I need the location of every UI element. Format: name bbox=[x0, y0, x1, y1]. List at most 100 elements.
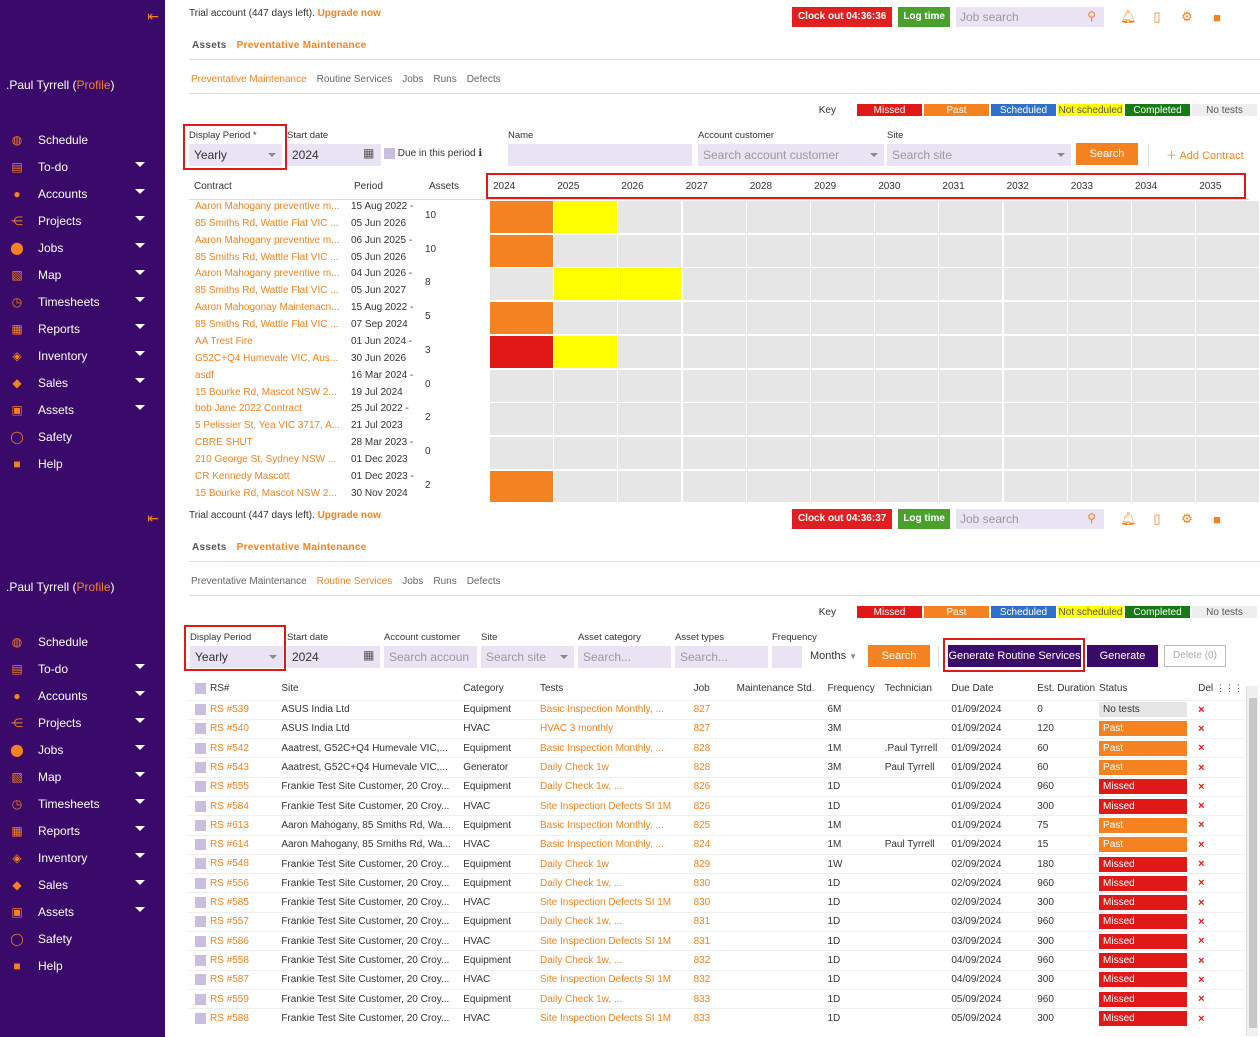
schedule-cell[interactable] bbox=[939, 436, 1004, 470]
schedule-cell[interactable] bbox=[554, 470, 619, 502]
cell-job[interactable]: 828 bbox=[691, 757, 735, 778]
schedule-cell[interactable] bbox=[1067, 436, 1132, 470]
column-tests[interactable]: Tests bbox=[538, 678, 692, 700]
schedule-cell[interactable] bbox=[939, 302, 1004, 336]
schedule-cell[interactable] bbox=[939, 268, 1004, 302]
delete-row-icon[interactable]: × bbox=[1198, 723, 1204, 735]
display-period-select[interactable]: Yearly bbox=[190, 646, 283, 668]
contract-site[interactable]: 15 Bourke Rd, Mascot NSW 2... bbox=[195, 387, 337, 398]
job-search-input[interactable]: Job search ⚲ bbox=[956, 509, 1104, 529]
schedule-cell[interactable] bbox=[1132, 335, 1196, 369]
sidebar-item-reports[interactable]: ▦ Reports bbox=[0, 817, 165, 844]
contract-site[interactable]: 210 George St, Sydney NSW ... bbox=[195, 454, 336, 465]
cell-job[interactable]: 831 bbox=[691, 931, 735, 951]
profile-link[interactable]: Profile bbox=[76, 78, 110, 92]
contract-name[interactable]: asdf bbox=[195, 370, 214, 381]
job-search-input[interactable]: Job search ⚲ bbox=[956, 7, 1104, 27]
chevron-down-icon[interactable] bbox=[135, 297, 145, 302]
table-row[interactable]: RS #586 Frankie Test Site Customer, 20 Cr… bbox=[189, 931, 1245, 951]
profile-link[interactable]: Profile bbox=[76, 580, 110, 594]
schedule-cell[interactable] bbox=[875, 470, 940, 502]
schedule-cell[interactable] bbox=[1067, 234, 1132, 268]
search-icon[interactable]: ⚲ bbox=[1087, 9, 1096, 23]
schedule-cell[interactable] bbox=[682, 335, 747, 369]
schedule-cell[interactable] bbox=[1196, 201, 1260, 234]
cell-job[interactable]: 827 bbox=[691, 699, 735, 720]
schedule-cell[interactable] bbox=[490, 201, 554, 234]
chevron-down-icon[interactable] bbox=[135, 880, 145, 885]
row-checkbox[interactable] bbox=[195, 974, 206, 986]
delete-row-icon[interactable]: × bbox=[1198, 993, 1204, 1005]
schedule-cell[interactable] bbox=[490, 335, 554, 369]
upgrade-link[interactable]: Upgrade now bbox=[318, 8, 381, 19]
column-technician[interactable]: Technician bbox=[883, 678, 950, 700]
cell-tests[interactable]: HVAC 3 monthly bbox=[537, 718, 692, 739]
contract-name[interactable]: CBRE SHUT bbox=[195, 437, 253, 448]
logout-icon[interactable]: ■ bbox=[1210, 512, 1224, 527]
row-checkbox[interactable] bbox=[195, 761, 206, 773]
schedule-cell[interactable] bbox=[1196, 436, 1260, 470]
chevron-down-icon[interactable] bbox=[135, 270, 145, 275]
delete-button[interactable]: Delete (0) bbox=[1164, 645, 1226, 667]
log-time-button[interactable]: Log time bbox=[898, 7, 950, 27]
delete-row-icon[interactable]: × bbox=[1198, 858, 1204, 870]
contract-site[interactable]: 5 Pelissier St, Yea VIC 3717, A... bbox=[195, 420, 340, 431]
info-icon[interactable]: ℹ bbox=[478, 148, 482, 159]
cell-tests[interactable]: Site Inspection Defects SI 1M bbox=[537, 892, 692, 913]
table-row[interactable]: RS #556 Frankie Test Site Customer, 20 Cr… bbox=[189, 873, 1245, 893]
chevron-down-icon[interactable] bbox=[135, 162, 145, 167]
sidebar-item-map[interactable]: ▧ Map bbox=[0, 261, 165, 288]
schedule-cell[interactable] bbox=[490, 234, 554, 268]
contract-name[interactable]: AA Trest Fire bbox=[195, 336, 253, 347]
generate-jobs-button[interactable]: Generate Jobs bbox=[1087, 645, 1158, 684]
scrollbar-thumb[interactable] bbox=[1249, 698, 1257, 1028]
rs-link[interactable]: RS #540 bbox=[210, 724, 249, 735]
schedule-cell[interactable] bbox=[746, 470, 811, 502]
schedule-cell[interactable] bbox=[811, 369, 875, 403]
schedule-cell[interactable] bbox=[1196, 302, 1260, 336]
schedule-cell[interactable] bbox=[618, 403, 683, 437]
schedule-cell[interactable] bbox=[1132, 268, 1196, 302]
mobile-icon[interactable]: ▯ bbox=[1150, 511, 1164, 527]
chevron-down-icon[interactable] bbox=[135, 405, 145, 410]
cell-job[interactable]: 829 bbox=[691, 853, 735, 874]
rs-link[interactable]: RS #559 bbox=[210, 994, 249, 1005]
sidebar-item-projects[interactable]: ⋲ Projects bbox=[0, 207, 165, 234]
schedule-cell[interactable] bbox=[939, 470, 1004, 502]
cell-tests[interactable]: Daily Check 1w bbox=[537, 853, 692, 874]
cell-tests[interactable]: Basic Inspection Monthly, ... bbox=[537, 815, 692, 836]
cell-tests[interactable]: Site Inspection Defects SI 1M bbox=[537, 969, 692, 990]
delete-row-icon[interactable]: × bbox=[1198, 781, 1204, 793]
schedule-cell[interactable] bbox=[490, 302, 554, 336]
schedule-cell[interactable] bbox=[811, 302, 875, 336]
schedule-cell[interactable] bbox=[618, 369, 683, 403]
breadcrumb-root[interactable]: Assets bbox=[192, 40, 227, 51]
cell-job[interactable]: 832 bbox=[691, 969, 735, 990]
site-select[interactable]: Search site bbox=[481, 646, 574, 668]
tab-routine-services[interactable]: Routine Services bbox=[317, 576, 393, 587]
schedule-cell[interactable] bbox=[875, 234, 940, 268]
column-frequency[interactable]: Frequency bbox=[825, 678, 882, 700]
table-row[interactable]: RS #540 ASUS India Ltd HVAC HVAC 3 monthly 8… bbox=[189, 718, 1245, 739]
schedule-cell[interactable] bbox=[1003, 369, 1068, 403]
table-row[interactable]: RS #555 Frankie Test Site Customer, 20 Cr… bbox=[189, 776, 1245, 797]
search-button[interactable]: Search bbox=[868, 645, 930, 667]
schedule-cell[interactable] bbox=[618, 268, 683, 302]
column-site[interactable]: Site bbox=[279, 678, 461, 700]
contract-name[interactable]: Aaron Mahogany preventive m... bbox=[195, 268, 340, 279]
schedule-cell[interactable] bbox=[618, 302, 683, 336]
sidebar-item-accounts[interactable]: ● Accounts bbox=[0, 180, 165, 207]
cell-tests[interactable]: Site Inspection Defects SI 1M bbox=[537, 931, 692, 951]
schedule-cell[interactable] bbox=[682, 201, 747, 234]
schedule-cell[interactable] bbox=[1132, 436, 1196, 470]
schedule-cell[interactable] bbox=[1003, 268, 1068, 302]
schedule-cell[interactable] bbox=[554, 403, 619, 437]
cell-job[interactable]: 830 bbox=[691, 873, 735, 893]
schedule-cell[interactable] bbox=[746, 436, 811, 470]
schedule-cell[interactable] bbox=[554, 201, 619, 234]
tab-preventative-maintenance[interactable]: Preventative Maintenance bbox=[191, 74, 307, 85]
sidebar-item-accounts[interactable]: ● Accounts bbox=[0, 682, 165, 709]
sidebar-item-jobs[interactable]: ⬤ Jobs bbox=[0, 234, 165, 261]
sidebar-item-safety[interactable]: ◯ Safety bbox=[0, 925, 165, 952]
calendar-icon[interactable]: ▦ bbox=[363, 146, 374, 160]
